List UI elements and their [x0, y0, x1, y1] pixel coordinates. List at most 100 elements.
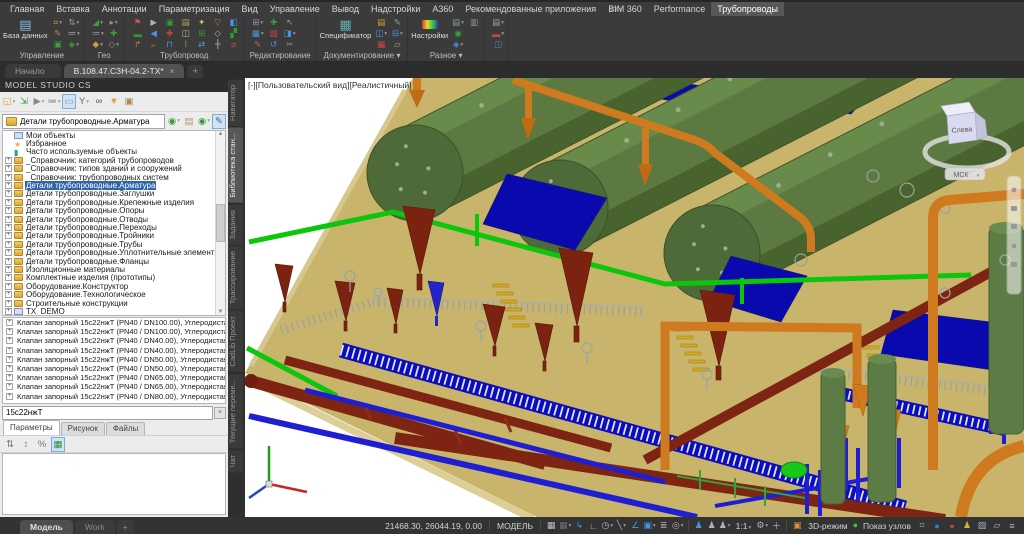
- component-list-item[interactable]: Клапан запорный 15с22нжТ (PN40 / DN65.00…: [3, 373, 225, 382]
- expander-icon[interactable]: [5, 291, 12, 298]
- palette-side-tab[interactable]: Трассирование: [228, 246, 243, 309]
- expander-icon[interactable]: [5, 241, 12, 248]
- ribbon-icon[interactable]: ⊞: [251, 17, 265, 28]
- ribbon-icon[interactable]: ⌗: [51, 17, 65, 28]
- ribbon-panel-label[interactable]: Редактирование: [245, 50, 316, 61]
- drafting-toggle-icon[interactable]: ◷: [601, 519, 613, 532]
- expander-icon[interactable]: [6, 347, 13, 354]
- expander-icon[interactable]: [5, 300, 12, 307]
- expander-icon[interactable]: [6, 328, 13, 335]
- expander-icon[interactable]: [5, 182, 12, 189]
- palette-toolbar-icon[interactable]: ▼: [107, 94, 121, 109]
- ribbon-icon[interactable]: ◫: [491, 39, 505, 50]
- component-list-item[interactable]: Клапан запорный 15с22нжТ (PN40 / DN100.0…: [3, 327, 225, 336]
- annotation-scale-icon[interactable]: ♟: [719, 519, 731, 532]
- ribbon-tab[interactable]: Performance: [648, 2, 712, 16]
- ribbon-icon[interactable]: ⚑: [131, 17, 145, 28]
- ribbon-icon[interactable]: ▽: [211, 17, 225, 28]
- expander-icon[interactable]: [5, 274, 12, 281]
- ribbon-icon[interactable]: ▤: [451, 17, 465, 28]
- ribbon-icon[interactable]: ✎: [390, 17, 404, 28]
- ribbon-tab[interactable]: Вставка: [50, 2, 95, 16]
- component-list-item[interactable]: Клапан запорный 15с22нжТ (PN40 / DN50.00…: [3, 355, 225, 364]
- ribbon-icon[interactable]: ✚: [107, 28, 121, 39]
- ribbon-icon[interactable]: ▤: [374, 17, 388, 28]
- ribbon-icon[interactable]: ▱: [390, 39, 404, 50]
- 3d-viewport-canvas[interactable]: Слева МСК ▾ [-][Пользовательский вид][Ре…: [245, 78, 1024, 517]
- expander-icon[interactable]: [6, 319, 13, 326]
- expander-icon[interactable]: [5, 308, 12, 315]
- ribbon-tab[interactable]: Надстройки: [365, 2, 426, 16]
- expander-icon[interactable]: [5, 148, 12, 155]
- expander-icon[interactable]: [5, 258, 12, 265]
- property-toolbar-icon[interactable]: %: [35, 437, 49, 452]
- scrollbar-thumb[interactable]: [216, 204, 225, 242]
- ribbon-tab[interactable]: Трубопроводы: [711, 2, 784, 16]
- component-list-item[interactable]: Клапан запорный 15с22нжТ (PN40 / DN65.00…: [3, 382, 225, 391]
- expander-icon[interactable]: [5, 232, 12, 239]
- ribbon-icon[interactable]: ▥: [467, 17, 481, 28]
- ribbon-icon[interactable]: ✎: [251, 39, 265, 50]
- crosshair-plus-icon[interactable]: ＋: [770, 519, 782, 532]
- ribbon-tab[interactable]: Управление: [264, 2, 326, 16]
- drafting-toggle-icon[interactable]: ▣: [643, 519, 655, 532]
- ribbon-icon[interactable]: ▦: [251, 28, 265, 39]
- ribbon-icon[interactable]: ✚: [163, 28, 177, 39]
- ribbon-icon[interactable]: ⊓: [163, 39, 177, 50]
- ribbon-icon[interactable]: ↖: [283, 17, 297, 28]
- layout-tab[interactable]: +: [117, 520, 134, 534]
- ribbon-icon[interactable]: ◢: [91, 17, 105, 28]
- palette-side-tab[interactable]: Навигатор: [228, 80, 243, 126]
- annotation-scale-value[interactable]: 1:1: [733, 521, 755, 531]
- cube-icon[interactable]: ▣: [791, 519, 803, 532]
- ribbon-icon[interactable]: ◆: [91, 39, 105, 50]
- ribbon-icon[interactable]: ▬: [491, 28, 505, 39]
- drafting-toggle-icon[interactable]: ╲: [615, 519, 627, 532]
- expander-icon[interactable]: [5, 224, 12, 231]
- expander-icon[interactable]: [5, 207, 12, 214]
- status-tray-icon[interactable]: ●: [931, 519, 943, 532]
- ribbon-icon[interactable]: ◨: [283, 28, 297, 39]
- ribbon-icon[interactable]: ▣: [51, 39, 65, 50]
- expander-icon[interactable]: [5, 216, 12, 223]
- ribbon-icon[interactable]: ⌀: [227, 39, 241, 50]
- expander-icon[interactable]: [6, 393, 13, 400]
- ribbon-icon[interactable]: ⊞: [195, 28, 209, 39]
- ribbon-icon[interactable]: ◈: [67, 39, 81, 50]
- ribbon-icon[interactable]: ◈: [451, 39, 465, 50]
- close-icon[interactable]: ×: [170, 67, 175, 76]
- ribbon-icon[interactable]: ✎: [51, 28, 65, 39]
- palette-side-tab[interactable]: CadLib Проект: [228, 311, 243, 372]
- drafting-toggle-icon[interactable]: ≣: [658, 519, 670, 532]
- palette-toolbar-icon[interactable]: ▭: [62, 94, 76, 109]
- ribbon-panel-label[interactable]: Управление: [0, 50, 84, 61]
- expander-icon[interactable]: [5, 174, 12, 181]
- ribbon-icon[interactable]: ▞: [227, 28, 241, 39]
- gear-icon[interactable]: ⚙: [756, 519, 768, 532]
- component-list-item[interactable]: Клапан запорный 15с22нжТ (PN40 / DN50.00…: [3, 364, 225, 373]
- model-space-indicator[interactable]: МОДЕЛЬ: [494, 521, 536, 531]
- status-tray-icon[interactable]: ▨: [976, 519, 988, 532]
- expander-icon[interactable]: [6, 356, 13, 363]
- drafting-toggle-icon[interactable]: ∠: [629, 519, 641, 532]
- expander-icon[interactable]: [6, 337, 13, 344]
- ribbon-icon[interactable]: ⊟: [390, 28, 404, 39]
- ribbon-icon[interactable]: ◇: [107, 39, 121, 50]
- property-tab[interactable]: Файлы: [106, 422, 145, 435]
- property-toolbar-icon[interactable]: ⇅: [3, 437, 17, 452]
- combo-action-icon[interactable]: ✎: [212, 114, 226, 129]
- property-area[interactable]: [2, 453, 226, 515]
- expander-icon[interactable]: [5, 266, 12, 273]
- ribbon-icon[interactable]: ✦: [195, 17, 209, 28]
- ribbon-panel-label[interactable]: Разное ▾: [408, 50, 484, 61]
- navigation-bar[interactable]: [1007, 176, 1021, 294]
- status-tray-icon[interactable]: ≡: [1006, 519, 1018, 532]
- status-tray-icon[interactable]: ♟: [961, 519, 973, 532]
- ribbon-icon[interactable]: ↱: [131, 39, 145, 50]
- combo-action-icon[interactable]: ◉: [197, 114, 211, 129]
- ribbon-tab[interactable]: Вид: [235, 2, 263, 16]
- component-list-item[interactable]: Клапан запорный 15с22нжТ (PN40 / DN80.00…: [3, 392, 225, 401]
- expander-icon[interactable]: [6, 365, 13, 372]
- layout-tab[interactable]: Модель: [20, 520, 73, 534]
- ribbon-icon[interactable]: ▣: [163, 17, 177, 28]
